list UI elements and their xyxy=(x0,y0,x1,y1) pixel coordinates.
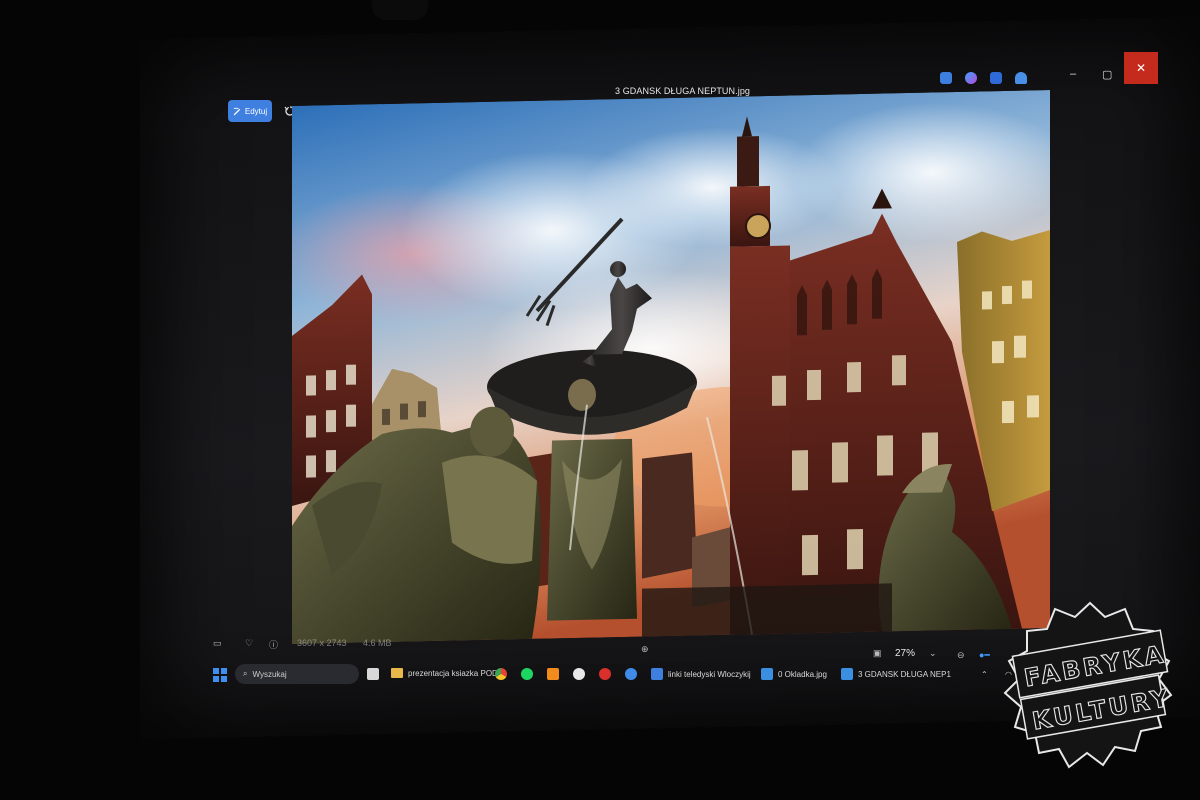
photos-icon xyxy=(761,668,773,680)
search-icon: ⌕ xyxy=(243,669,248,678)
edge-icon[interactable] xyxy=(625,668,637,680)
image-dimensions: 3607 x 2743 xyxy=(297,638,347,648)
vlc-icon[interactable] xyxy=(547,668,559,680)
filmstrip-icon[interactable]: ▭ xyxy=(213,638,222,649)
taskbar-item-label: prezentacja ksiazka POD xyxy=(408,668,498,678)
maximize-button[interactable]: ▢ xyxy=(1102,68,1112,81)
taskbar-item-label: 3 GDANSK DŁUGA NEP1 xyxy=(858,669,951,679)
window-title: 3 GDANSK DŁUGA NEPTUN.jpg xyxy=(615,86,751,96)
document-icon xyxy=(651,668,663,680)
folder-icon xyxy=(391,668,403,678)
chevron-down-icon[interactable]: ⌄ xyxy=(929,648,937,659)
close-button[interactable]: ✕ xyxy=(1124,52,1158,84)
taskbar-item-active-photo[interactable]: 3 GDANSK DŁUGA NEP1 xyxy=(841,668,951,680)
photo-canvas[interactable] xyxy=(292,90,1050,644)
minimize-button[interactable]: – xyxy=(1070,68,1076,80)
photos-icon xyxy=(841,668,853,680)
chrome-icon[interactable] xyxy=(495,668,507,680)
favorite-icon[interactable]: ♡ xyxy=(245,638,253,649)
title-tools xyxy=(940,72,1027,84)
taskbar-item-image[interactable]: 0 Okladka.jpg xyxy=(761,668,827,680)
opera-icon[interactable] xyxy=(599,668,611,680)
cloud-icon[interactable] xyxy=(1015,72,1027,84)
zoom-slider[interactable]: ●━ xyxy=(979,650,990,661)
copilot-icon[interactable] xyxy=(965,72,977,84)
taskbar-item-label: 0 Okladka.jpg xyxy=(778,669,827,679)
taskbar: ⌕ Wyszukaj prezentacja ksiazka POD linki… xyxy=(205,662,1035,690)
taskbar-item-label: linki teledyski Wloczykij xyxy=(668,669,751,679)
fabryka-kultury-logo: FABRYKA KULTURY xyxy=(995,595,1185,780)
gallery-icon[interactable] xyxy=(940,72,952,84)
chevron-up-icon[interactable]: ⌃ xyxy=(981,670,988,679)
task-view-icon[interactable] xyxy=(367,668,379,680)
info-icon[interactable]: ⓘ xyxy=(269,638,278,651)
fit-to-window-icon[interactable]: ⊕ xyxy=(641,644,649,655)
zoom-out-icon[interactable]: ⊖ xyxy=(957,650,965,661)
search-placeholder: Wyszukaj xyxy=(252,669,287,679)
photo-info-bar: ▭ ♡ ⓘ 3607 x 2743 4.6 MB ⊕ ▣ 27% ⌄ ⊖ ●━ xyxy=(205,636,1005,660)
taskbar-item-document[interactable]: linki teledyski Wloczykij xyxy=(651,668,751,680)
folder-view-icon[interactable] xyxy=(990,72,1002,84)
edit-icon xyxy=(233,107,241,115)
taskbar-item-folder[interactable]: prezentacja ksiazka POD xyxy=(391,668,498,678)
projector-notch xyxy=(372,0,428,20)
actual-size-icon[interactable]: ▣ xyxy=(873,648,882,659)
edit-button[interactable]: Edytuj xyxy=(228,100,272,122)
app-icon[interactable] xyxy=(573,668,585,680)
windows-start-icon[interactable] xyxy=(213,668,227,682)
zoom-level[interactable]: 27% xyxy=(895,648,915,659)
taskbar-search[interactable]: ⌕ Wyszukaj xyxy=(235,664,359,684)
edit-label: Edytuj xyxy=(244,106,268,116)
neptune-fountain-photo xyxy=(292,90,1050,644)
spotify-icon[interactable] xyxy=(521,668,533,680)
file-size: 4.6 MB xyxy=(363,638,392,648)
